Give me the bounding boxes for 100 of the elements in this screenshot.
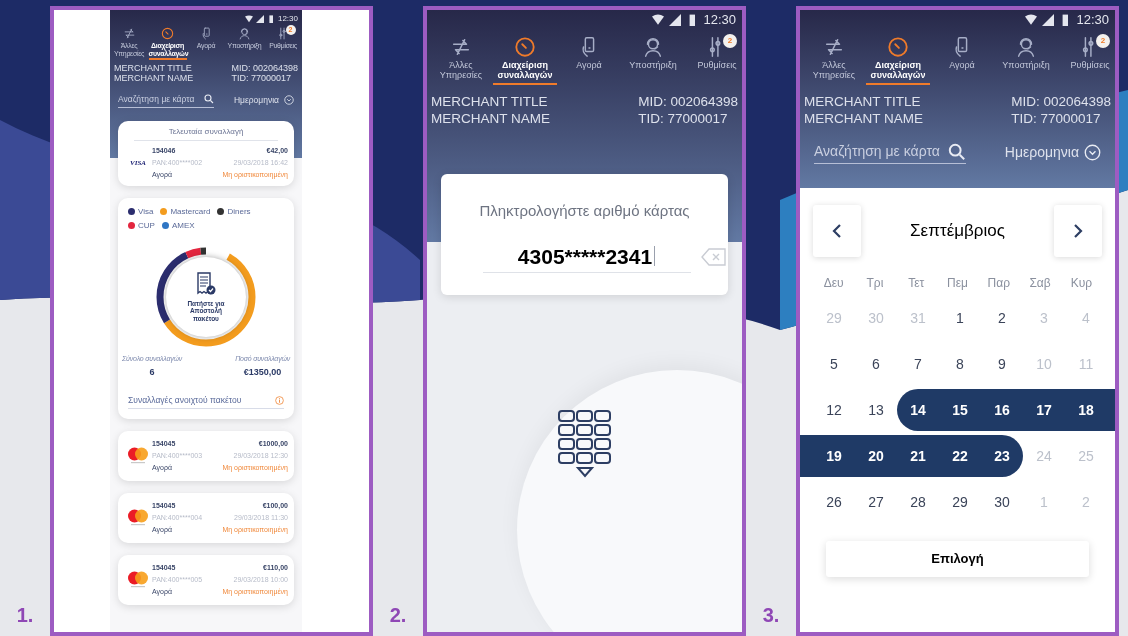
calendar-day[interactable]: 30 <box>981 481 1023 523</box>
weekday-label: Δευ <box>823 275 844 292</box>
nav-tab[interactable]: Υποστήριξη <box>994 60 1058 75</box>
nav-tab[interactable]: Υποστήριξη <box>621 60 685 75</box>
card-number-value: 4305*****2341 <box>517 243 653 270</box>
calendar-day[interactable]: 1 <box>939 297 981 339</box>
weekday-label: Σαβ <box>1029 275 1051 292</box>
calendar-day[interactable]: 28 <box>897 481 939 523</box>
terminal-id: TID: 77000017 <box>1011 110 1102 127</box>
previous-month-button[interactable] <box>813 205 861 257</box>
chevron-down-circle-icon <box>284 95 294 106</box>
nav-tab[interactable]: Διαχείριση συναλλαγών <box>493 60 557 85</box>
receipt-check-icon <box>195 271 217 296</box>
merchant-title: MERCHANT TITLE <box>804 93 922 110</box>
calendar-day[interactable]: 8 <box>939 343 981 385</box>
legend-label: CUP <box>138 219 155 232</box>
card-number-prompt: Πληκτρολογήστε αριθμό κάρτας <box>479 201 690 221</box>
calendar-day[interactable]: 27 <box>855 481 897 523</box>
keypad-icon[interactable] <box>556 409 613 479</box>
card-title: Τελευταία συναλλαγή <box>134 125 278 141</box>
wifi-icon <box>652 14 665 26</box>
step-number: 3. <box>762 603 780 628</box>
weekday-label: Παρ <box>987 275 1010 292</box>
merchant-name: MERCHANT NAME <box>804 110 923 127</box>
merchant-title: MERCHANT TITLE <box>431 93 549 110</box>
calendar-day[interactable]: 15 <box>939 389 981 431</box>
open-batch-link[interactable]: Συναλλαγές ανοιχτού πακέτου <box>128 393 284 409</box>
notification-badge: 2 <box>1096 34 1110 48</box>
merchant-name: MERCHANT NAME <box>114 73 194 83</box>
status-time: 12:30 <box>1076 11 1109 30</box>
confirm-button[interactable]: Επιλογή <box>826 541 1089 577</box>
search-field[interactable]: Αναζήτηση με κάρτα <box>118 93 214 108</box>
step-number: 1. <box>16 603 34 628</box>
notification-badge: 2 <box>723 34 737 48</box>
chevron-left-icon <box>832 223 842 239</box>
wifi-icon <box>1025 14 1038 26</box>
merchant-id: MID: 002064398 <box>1011 93 1111 110</box>
backspace-icon <box>700 246 727 267</box>
support-person-icon <box>642 36 664 58</box>
calendar-day[interactable]: 5 <box>813 343 855 385</box>
nav-tab[interactable]: Διαχείριση συναλλαγών <box>866 60 930 85</box>
text-cursor <box>654 246 656 267</box>
gauge-icon <box>514 36 536 58</box>
battery-icon <box>266 14 275 23</box>
search-icon <box>204 94 214 105</box>
calendar-day[interactable]: 9 <box>981 343 1023 385</box>
nav-tab[interactable]: Αγορά <box>930 60 994 75</box>
mastercard-logo <box>127 509 149 526</box>
nav-tab[interactable]: Άλλες Υπηρεσίες <box>802 60 866 85</box>
terminal-id: TID: 77000017 <box>231 73 292 83</box>
arrows-icon <box>122 27 136 40</box>
terminal-id: TID: 77000017 <box>638 110 729 127</box>
calendar-day[interactable]: 6 <box>855 343 897 385</box>
merchant-id: MID: 002064398 <box>231 63 298 73</box>
date-filter-button[interactable]: Ημερομηνια <box>233 94 294 107</box>
calendar-day[interactable]: 2 <box>981 297 1023 339</box>
gauge-icon <box>887 36 909 58</box>
merchant-name: MERCHANT NAME <box>431 110 550 127</box>
support-person-icon <box>238 27 251 40</box>
weekday-label: Τετ <box>908 275 925 292</box>
nav-tab[interactable]: Ρυθμίσεις <box>1058 60 1115 75</box>
weekday-label: Πεμ <box>947 275 968 292</box>
calendar-day[interactable]: 16 <box>981 389 1023 431</box>
signal-icon <box>255 14 264 23</box>
step-number: 2. <box>389 603 407 628</box>
arrows-icon <box>450 36 472 58</box>
status-time: 12:30 <box>277 12 298 25</box>
merchant-id: MID: 002064398 <box>638 93 738 110</box>
search-field[interactable]: Αναζήτηση με κάρτα <box>814 141 966 164</box>
chevron-right-icon <box>1073 223 1083 239</box>
calendar-day[interactable]: 12 <box>813 389 855 431</box>
calendar-day[interactable]: 7 <box>897 343 939 385</box>
calendar-day[interactable]: 14 <box>897 389 939 431</box>
nav-tab[interactable]: Άλλες Υπηρεσίες <box>429 60 493 85</box>
weekday-label: Τρι <box>866 275 884 292</box>
date-filter-button[interactable]: Ημερομηνια <box>1004 142 1101 163</box>
arrows-icon <box>823 36 845 58</box>
calendar-day[interactable]: 23 <box>981 435 1023 477</box>
calendar-day[interactable]: 20 <box>855 435 897 477</box>
info-icon <box>275 395 284 405</box>
nav-tab[interactable]: Ρυθμίσεις <box>685 60 742 75</box>
calendar-day[interactable]: 21 <box>897 435 939 477</box>
signal-icon <box>669 14 682 26</box>
calendar-day[interactable]: 29 <box>939 481 981 523</box>
calendar-day[interactable]: 17 <box>1023 389 1065 431</box>
weekday-label: Κυρ <box>1070 275 1093 292</box>
calendar-day[interactable]: 26 <box>813 481 855 523</box>
next-month-button[interactable] <box>1054 205 1102 257</box>
gauge-icon <box>161 27 174 40</box>
month-title: Σεπτέμβριος <box>910 220 1005 243</box>
nav-tab[interactable]: Αγορά <box>557 60 621 75</box>
calendar-day[interactable]: 22 <box>939 435 981 477</box>
support-person-icon <box>1015 36 1037 58</box>
signal-icon <box>1042 14 1055 26</box>
card-number-field[interactable]: 4305*****2341 <box>482 240 691 273</box>
legend-label: Visa <box>138 205 154 218</box>
mastercard-logo <box>127 447 149 464</box>
chevron-down-circle-icon <box>1084 144 1101 161</box>
calendar-day[interactable]: 13 <box>855 389 897 431</box>
total-value: 6 <box>149 366 155 380</box>
